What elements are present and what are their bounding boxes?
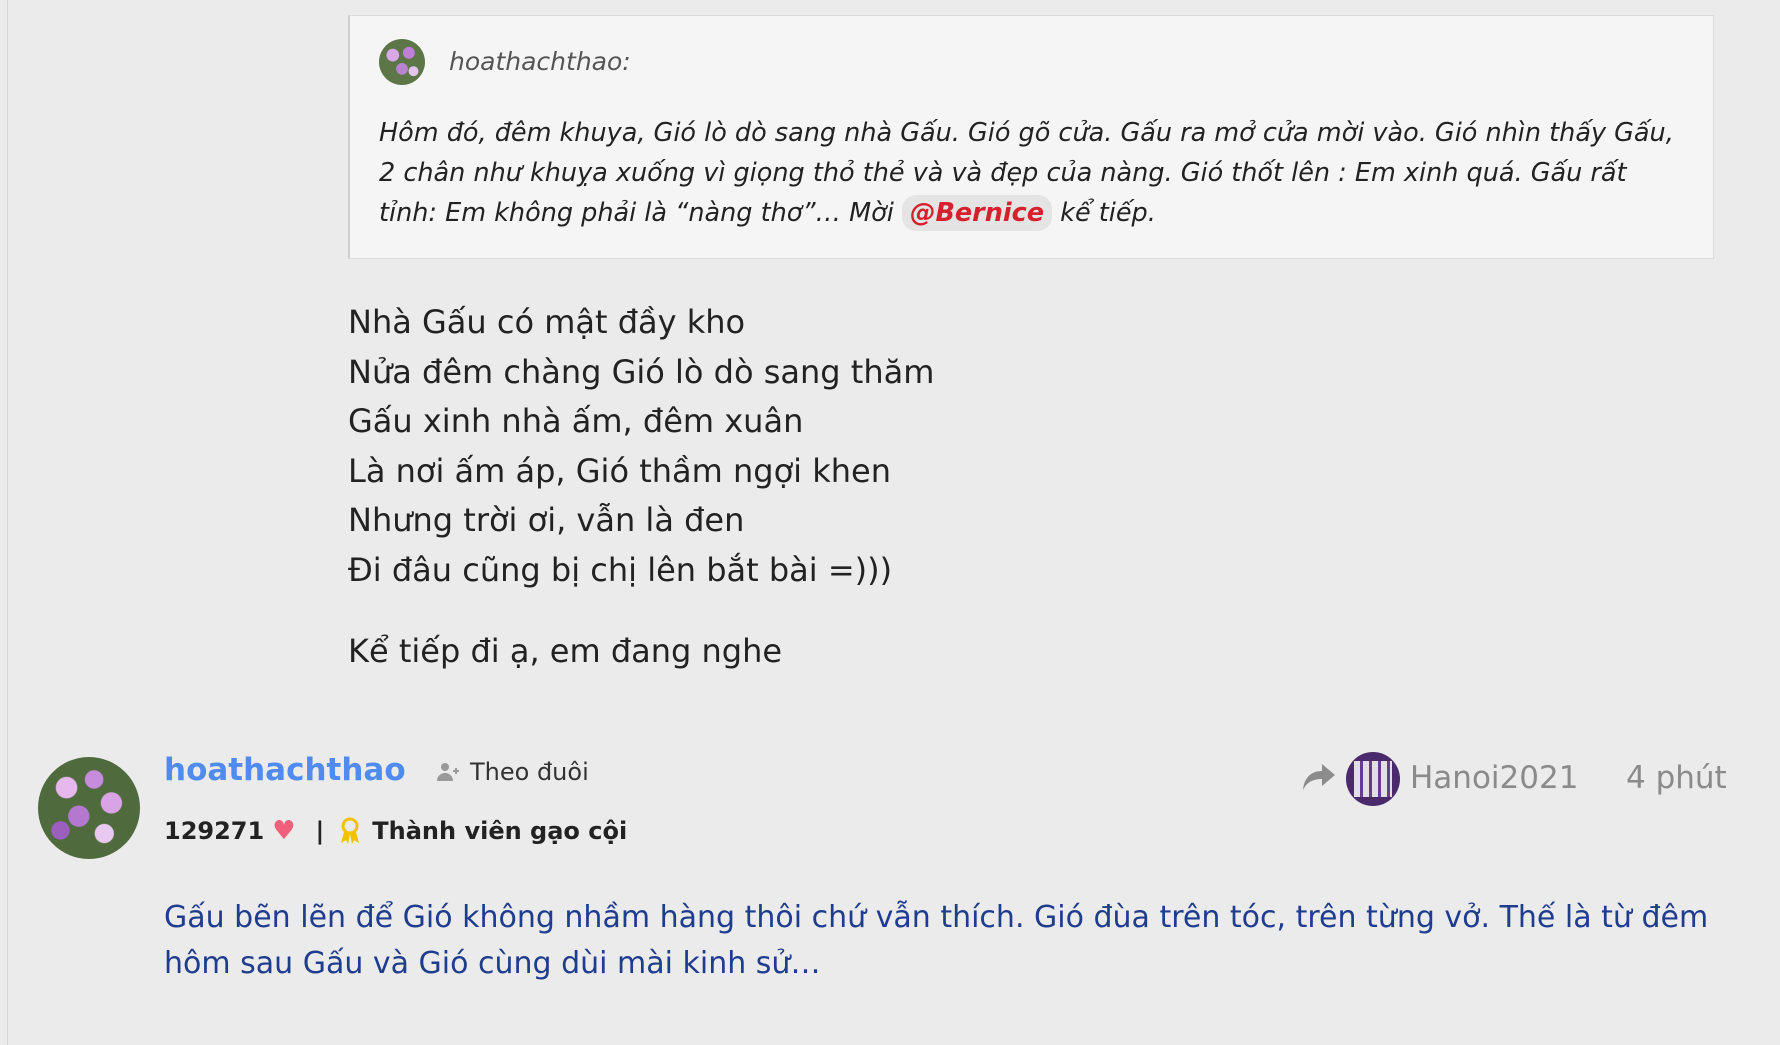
quote-text-end: kể tiếp.	[1052, 198, 1156, 228]
poem-line: Đi đâu cũng bị chị lên bắt bài =)))	[348, 550, 893, 589]
mention-bernice[interactable]: @Bernice	[901, 195, 1053, 231]
comment-text: Gấu bẽn lẽn để Gió không nhầm hàng thôi …	[164, 900, 1709, 981]
reply-to-username[interactable]: Hanoi2021	[1410, 760, 1578, 796]
follow-button[interactable]: Theo đuôi	[436, 758, 589, 786]
avatar[interactable]	[38, 757, 140, 859]
quote-author-avatar[interactable]	[379, 39, 425, 85]
poem-line: Nhưng trời ơi, vẫn là đen	[348, 501, 745, 540]
user-stats: 129271 ♥ | Thành viên gạo cội	[164, 816, 627, 846]
comment-time[interactable]: 4 phút	[1626, 760, 1727, 796]
heart-icon: ♥	[272, 816, 296, 846]
poem-line: Nhà Gấu có mật đầy kho	[348, 303, 746, 341]
poem-line: Gấu xinh nhà ấm, đêm xuân	[348, 402, 804, 441]
follow-label: Theo đuôi	[470, 758, 589, 786]
comment-username[interactable]: hoathachthao	[164, 752, 406, 788]
reply-arrow-icon	[1303, 764, 1335, 790]
reaction-count: 129271	[164, 817, 265, 845]
left-border	[7, 0, 8, 1045]
quote-author[interactable]: hoathachthao:	[449, 47, 631, 76]
post-poem: Nhà Gấu có mật đầy kho Nửa đêm chàng Gió…	[348, 298, 934, 596]
post-followup: Kể tiếp đi ạ, em đang nghe	[348, 632, 783, 670]
stats-divider: |	[315, 817, 325, 845]
reply-to-avatar[interactable]	[1346, 752, 1400, 806]
user-plus-icon	[437, 763, 459, 781]
medal-icon	[338, 817, 362, 845]
quote-block: hoathachthao: Hôm đó, đêm khuya, Gió lò …	[348, 15, 1714, 259]
quote-text: Hôm đó, đêm khuya, Gió lò dò sang nhà Gấ…	[379, 113, 1689, 233]
poem-line: Nửa đêm chàng Gió lò dò sang thăm	[348, 352, 935, 391]
member-rank: Thành viên gạo cội	[372, 817, 628, 845]
poem-line: Là nơi ấm áp, Gió thầm ngợi khen	[348, 451, 891, 490]
avatar-pattern	[1354, 761, 1392, 797]
